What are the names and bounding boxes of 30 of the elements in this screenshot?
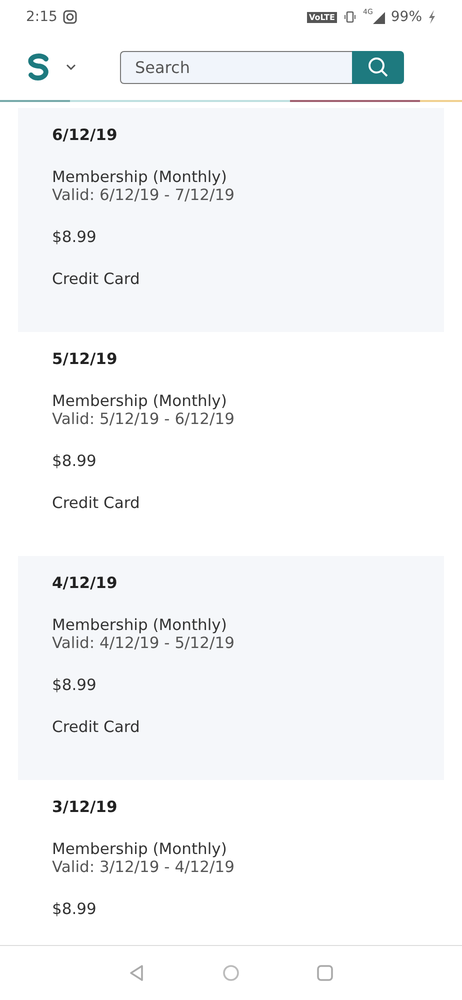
payment-method: Credit Card bbox=[52, 718, 141, 736]
payment-date: 3/12/19 bbox=[52, 798, 118, 816]
amount: $8.99 bbox=[52, 452, 98, 470]
plan-name: Membership (Monthly) bbox=[52, 840, 228, 858]
payment-date: 6/12/19 bbox=[52, 126, 118, 144]
valid-period: Valid: 6/12/19 - 7/12/19 bbox=[52, 186, 236, 204]
payment-date: 5/12/19 bbox=[52, 350, 118, 368]
search-field[interactable]: Search bbox=[120, 50, 352, 84]
battery-percent: 99% bbox=[390, 9, 422, 25]
valid-period: Valid: 4/12/19 - 5/12/19 bbox=[52, 634, 236, 652]
signal-icon bbox=[372, 10, 385, 24]
chevron-down-icon[interactable] bbox=[66, 64, 76, 70]
valid-period: Valid: 5/12/19 - 6/12/19 bbox=[52, 410, 236, 428]
plan-name: Membership (Monthly) bbox=[52, 168, 228, 186]
charging-icon bbox=[428, 10, 436, 24]
valid-period: Valid: 3/12/19 - 4/12/19 bbox=[52, 858, 236, 876]
plan-name: Membership (Monthly) bbox=[52, 616, 228, 634]
volte-badge: VoLTE bbox=[307, 12, 337, 22]
payment-method: Credit Card bbox=[52, 494, 141, 512]
camera-icon bbox=[63, 10, 78, 24]
payment-date: 4/12/19 bbox=[52, 574, 118, 592]
amount: $8.99 bbox=[52, 900, 98, 918]
search-button[interactable] bbox=[352, 50, 404, 84]
search-icon bbox=[367, 56, 389, 78]
amount: $8.99 bbox=[52, 228, 98, 246]
vibrate-icon bbox=[342, 10, 357, 24]
amount: $8.99 bbox=[52, 676, 98, 694]
plan-name: Membership (Monthly) bbox=[52, 392, 228, 410]
clock: 2:15 bbox=[26, 9, 58, 25]
payment-method: Credit Card bbox=[52, 270, 141, 288]
